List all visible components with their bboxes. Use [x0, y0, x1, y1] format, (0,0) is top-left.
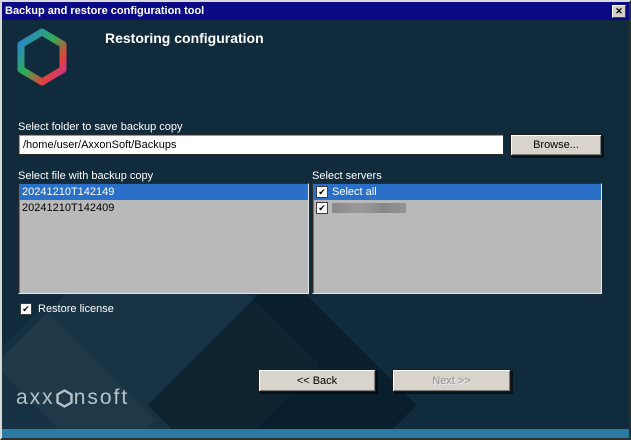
backup-file-item[interactable]: 20241210T142409: [19, 200, 308, 216]
back-button[interactable]: << Back: [258, 369, 376, 392]
brand-text-suffix: nsoft: [74, 386, 130, 410]
restore-license-checkbox[interactable]: ✔: [20, 303, 32, 315]
decorative-cube-small: [2, 307, 155, 438]
restore-license-label: Restore license: [38, 303, 114, 315]
browse-button[interactable]: Browse...: [510, 134, 602, 156]
close-icon: ✕: [615, 6, 623, 16]
restore-license-row[interactable]: ✔ Restore license: [20, 303, 114, 315]
server-item[interactable]: ✔: [313, 200, 601, 216]
close-button[interactable]: ✕: [612, 5, 626, 18]
check-icon: ✔: [22, 305, 30, 314]
content-area: Restoring configuration Select folder to…: [2, 20, 629, 438]
axxonsoft-wordmark: axx nsoft: [16, 386, 129, 410]
page-title: Restoring configuration: [105, 30, 264, 46]
select-all-checkbox[interactable]: ✔: [316, 186, 328, 198]
backup-file-name: 20241210T142409: [22, 202, 114, 214]
folder-path-input[interactable]: [18, 134, 504, 155]
server-item-label: Select all: [332, 186, 377, 198]
backup-file-name: 20241210T142149: [22, 186, 114, 198]
title-bar[interactable]: Backup and restore configuration tool ✕: [2, 2, 629, 20]
server-name-redacted: [332, 203, 406, 213]
server-checkbox[interactable]: ✔: [316, 202, 328, 214]
window-title: Backup and restore configuration tool: [5, 5, 608, 17]
backup-files-label: Select file with backup copy: [18, 170, 153, 182]
folder-label: Select folder to save backup copy: [18, 121, 182, 133]
servers-label: Select servers: [312, 170, 382, 182]
brand-hexagon-icon: [56, 389, 73, 408]
brand-text-prefix: axx: [16, 386, 55, 410]
backup-files-list[interactable]: 20241210T142149 20241210T142409: [18, 183, 309, 294]
next-button[interactable]: Next >>: [392, 369, 511, 392]
servers-list[interactable]: ✔ Select all ✔: [312, 183, 602, 294]
app-window: Backup and restore configuration tool ✕ …: [0, 0, 631, 440]
decorative-cube-dark: [148, 271, 417, 438]
backup-file-item[interactable]: 20241210T142149: [19, 184, 308, 200]
accent-strip: [2, 429, 629, 438]
check-icon: ✔: [318, 188, 326, 197]
axxonsoft-logo-icon: [16, 28, 68, 86]
server-item-select-all[interactable]: ✔ Select all: [313, 184, 601, 200]
check-icon: ✔: [318, 204, 326, 213]
